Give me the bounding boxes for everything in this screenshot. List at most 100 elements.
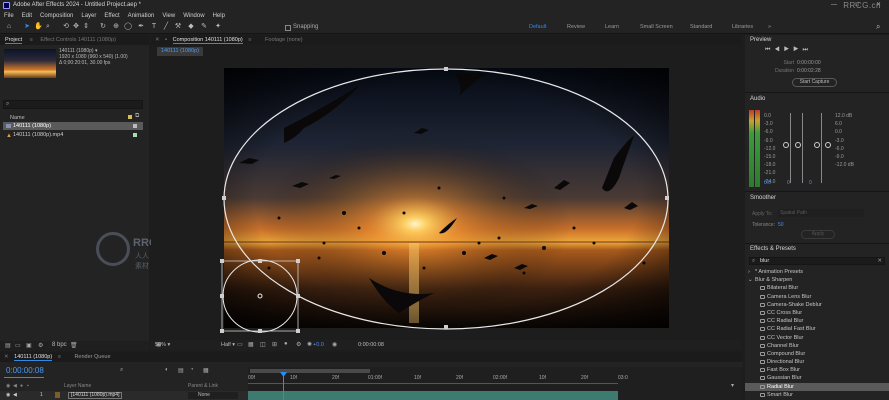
region-of-interest-icon[interactable]: ▭ xyxy=(237,341,243,348)
play-icon[interactable]: ▶ xyxy=(784,47,793,53)
hand-tool-icon[interactable]: ✋ xyxy=(34,23,43,31)
workspace-default[interactable]: Default xyxy=(529,24,546,30)
workspace-overflow-icon[interactable]: » xyxy=(768,24,771,30)
exposure-value[interactable]: +0.0 xyxy=(313,340,324,350)
master-level-knob-left[interactable] xyxy=(814,142,820,148)
audio-toggle-icon[interactable]: ◀ xyxy=(13,391,17,400)
group-blur-sharpen[interactable]: ⌄ Blur & Sharpen xyxy=(745,276,889,284)
anchor-point-tool-icon[interactable]: ⊕ xyxy=(112,23,120,31)
first-frame-icon[interactable]: ⏮ xyxy=(765,47,774,53)
mask-path-overlay[interactable] xyxy=(151,35,741,335)
exposure-icon[interactable]: ✺ xyxy=(307,341,312,348)
effects-search-input[interactable]: ⌕ blur ✕ xyxy=(749,257,885,265)
clear-search-icon[interactable]: ✕ xyxy=(877,258,882,265)
elliptical-mask-path[interactable] xyxy=(223,68,669,330)
start-capture-button[interactable]: Start Capture xyxy=(792,78,837,87)
mask-visibility-icon[interactable]: ◫ xyxy=(260,341,266,348)
eye-icon[interactable]: ◉ xyxy=(6,391,10,400)
timeline-timecode[interactable]: 0:00:00:08 xyxy=(6,366,44,375)
menu-file[interactable]: File xyxy=(4,13,14,19)
zoom-tool-icon[interactable]: ⌕ xyxy=(44,23,52,31)
home-icon[interactable]: ⌂ xyxy=(5,23,13,31)
menu-help[interactable]: Help xyxy=(213,13,225,19)
effect-item[interactable]: Channel Blur xyxy=(745,342,889,350)
workspace-standard[interactable]: Standard xyxy=(690,24,712,30)
effect-item[interactable]: Directional Blur xyxy=(745,358,889,366)
layer-name[interactable]: [140111 (1080p).mp4] xyxy=(68,392,123,399)
effect-item[interactable]: Bilateral Blur xyxy=(745,284,889,292)
work-area-bar[interactable] xyxy=(250,369,370,373)
menu-edit[interactable]: Edit xyxy=(22,13,32,19)
snapshot-icon[interactable]: ◉ xyxy=(332,341,337,348)
new-folder-icon[interactable]: ▭ xyxy=(15,342,21,349)
right-level-value[interactable]: 0 xyxy=(787,180,790,186)
menu-window[interactable]: Window xyxy=(183,13,204,19)
effect-item[interactable]: Camera Lens Blur xyxy=(745,293,889,301)
graph-editor-icon[interactable]: ▦ xyxy=(203,367,209,374)
project-search-input[interactable]: ⌕ xyxy=(3,100,143,109)
tab-render-queue[interactable]: Render Queue xyxy=(74,354,110,360)
channel-icon[interactable]: ● xyxy=(284,341,288,347)
motion-blur-icon[interactable]: ◔ xyxy=(190,367,194,373)
effect-item[interactable]: Gaussian Blur xyxy=(745,374,889,382)
apply-to-dropdown[interactable]: Spatial Path xyxy=(778,209,864,217)
type-tool-icon[interactable]: T xyxy=(150,23,158,31)
menu-effect[interactable]: Effect xyxy=(104,13,119,19)
pan-camera-icon[interactable]: ✥ xyxy=(72,23,80,31)
project-row-footage[interactable]: ▲ 140111 (1080p).mp4 xyxy=(3,131,143,139)
tab-timeline[interactable]: 140111 (1080p) xyxy=(14,354,53,361)
effect-item-selected[interactable]: Radial Blur xyxy=(745,382,889,391)
tab-project[interactable]: Project xyxy=(5,37,23,44)
delete-icon[interactable]: 🗑 xyxy=(70,342,78,349)
shy-layers-icon[interactable]: ◐ xyxy=(165,367,169,373)
selection-tool-icon[interactable]: ➤ xyxy=(23,23,31,31)
menu-view[interactable]: View xyxy=(162,13,175,19)
master-level-knob-right[interactable] xyxy=(825,142,831,148)
effect-item[interactable]: CC Radial Blur xyxy=(745,317,889,325)
effect-item[interactable]: CC Vector Blur xyxy=(745,334,889,342)
time-ruler-area[interactable]: 00f 10f 20f 01:00f 10f 20f 02:00f 10f 20… xyxy=(248,367,743,400)
menu-animation[interactable]: Animation xyxy=(128,13,155,19)
left-level-knob[interactable] xyxy=(783,142,789,148)
effect-item[interactable]: CC Cross Blur xyxy=(745,309,889,317)
effect-item[interactable]: Compound Blur xyxy=(745,350,889,358)
group-animation-presets[interactable]: › * Animation Presets xyxy=(745,268,889,276)
view-options-icon[interactable]: ⚙ xyxy=(296,341,301,348)
snapping-checkbox[interactable] xyxy=(285,25,291,31)
workspace-small-screen[interactable]: Small Screen xyxy=(640,24,673,30)
ellipse-tool-icon[interactable]: ◯ xyxy=(124,23,132,31)
parent-dropdown[interactable]: None xyxy=(188,392,238,399)
project-row-comp[interactable]: 140111 (1080p) xyxy=(3,122,143,130)
project-col-name[interactable]: Name xyxy=(10,114,25,122)
rotation-tool-icon[interactable]: ↻ xyxy=(99,23,107,31)
eraser-tool-icon[interactable]: ◆ xyxy=(187,23,195,31)
roto-brush-icon[interactable]: ✎ xyxy=(200,23,208,31)
right-level-knob[interactable] xyxy=(795,142,801,148)
prev-frame-icon[interactable]: ◀ xyxy=(774,47,783,53)
workspace-review[interactable]: Review xyxy=(567,24,585,30)
bpc-indicator[interactable]: 8 bpc xyxy=(52,342,67,348)
effect-item[interactable]: Camera-Shake Deblur xyxy=(745,301,889,309)
menu-composition[interactable]: Composition xyxy=(40,13,73,19)
minimize-icon[interactable]: — xyxy=(831,0,837,11)
interpret-footage-icon[interactable]: ▤ xyxy=(5,342,11,349)
effect-item[interactable]: Smart Blur xyxy=(745,391,889,399)
draft-3d-icon[interactable]: ⌕ xyxy=(120,367,123,374)
menu-layer[interactable]: Layer xyxy=(81,13,96,19)
timeline-menu-icon[interactable]: ≡ xyxy=(58,354,61,360)
tab-effect-controls[interactable]: Effect Controls 140111 (1080p) xyxy=(40,37,116,43)
workspace-learn[interactable]: Learn xyxy=(605,24,619,30)
transparency-grid-icon[interactable]: ▦ xyxy=(248,341,254,348)
new-composition-icon[interactable]: ▣ xyxy=(26,342,32,349)
close-icon[interactable]: ✕ xyxy=(4,354,9,360)
project-settings-icon[interactable]: ⚙ xyxy=(38,342,43,349)
puppet-pin-icon[interactable]: ✦ xyxy=(214,23,222,31)
parent-link-col[interactable]: Parent & Link xyxy=(188,383,218,390)
grid-guides-icon[interactable]: ⊞ xyxy=(272,341,277,348)
workspace-libraries[interactable]: Libraries xyxy=(732,24,753,30)
orbit-camera-icon[interactable]: ⟲ xyxy=(62,23,70,31)
viewer-timecode[interactable]: 0:00:00:08 xyxy=(358,340,384,350)
mask-anchor-point[interactable] xyxy=(257,293,263,299)
dolly-camera-icon[interactable]: ⇕ xyxy=(82,23,90,31)
effect-item[interactable]: CC Radial Fast Blur xyxy=(745,325,889,333)
